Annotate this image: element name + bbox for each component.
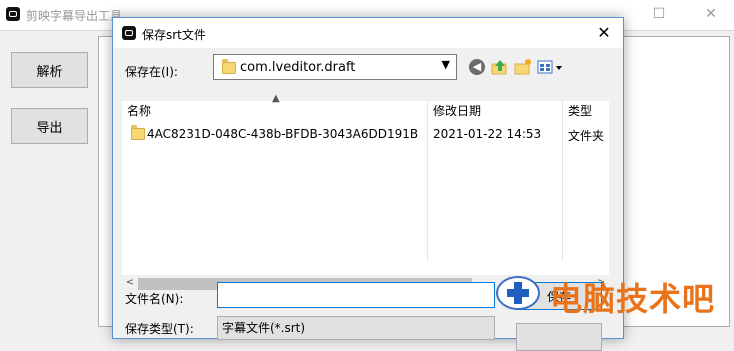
view-menu-icon[interactable]	[537, 58, 565, 76]
chevron-down-icon: ▼	[441, 58, 450, 71]
save-in-value: com.lveditor.draft	[240, 60, 356, 75]
export-button[interactable]: 导出	[11, 108, 88, 144]
folder-icon	[131, 125, 145, 140]
filename-input[interactable]	[217, 282, 495, 308]
file-name: 4AC8231D-048C-438b-BFDB-3043A6DD191B	[147, 127, 419, 141]
cancel-button[interactable]	[516, 323, 602, 351]
file-modified: 2021-01-22 14:53	[433, 127, 542, 141]
app-icon	[122, 26, 136, 40]
save-in-label: 保存在(I):	[125, 65, 178, 79]
folder-icon	[222, 59, 236, 74]
column-name[interactable]: 名称	[124, 101, 151, 121]
app-icon	[6, 7, 20, 21]
maximize-icon[interactable]: ☐	[644, 4, 674, 24]
watermark: 电脑技术吧	[490, 272, 734, 318]
back-icon[interactable]: ◀	[468, 58, 486, 76]
up-folder-icon[interactable]	[491, 58, 509, 76]
close-icon[interactable]: ✕	[696, 4, 726, 24]
filename-label: 文件名(N):	[125, 292, 184, 306]
file-type: 文件夹	[568, 129, 605, 143]
parse-button[interactable]: 解析	[11, 52, 88, 88]
medical-cross-icon	[507, 282, 529, 304]
new-folder-icon[interactable]	[514, 58, 532, 76]
dialog-title-bar: 保存srt文件 ✕	[113, 18, 623, 48]
dialog-close-icon[interactable]: ✕	[591, 21, 617, 45]
column-modified[interactable]: 修改日期	[430, 101, 481, 121]
file-list[interactable]: ▲ 名称 修改日期 类型 4AC8231D-048C-438b-BFDB-304…	[122, 93, 609, 275]
list-item[interactable]: 4AC8231D-048C-438b-BFDB-3043A6DD191B 202…	[122, 123, 609, 145]
scroll-left-icon[interactable]: <	[122, 275, 138, 291]
filetype-select[interactable]: 字幕文件(*.srt)	[217, 316, 495, 340]
dialog-title: 保存srt文件	[142, 28, 206, 42]
save-in-dropdown[interactable]: com.lveditor.draft ▼	[213, 54, 457, 80]
main-window-title: 剪映字幕导出工具	[26, 9, 123, 23]
column-type[interactable]: 类型	[565, 101, 592, 121]
filetype-label: 保存类型(T):	[125, 322, 194, 336]
sort-ascending-icon: ▲	[272, 93, 280, 104]
watermark-text: 电脑技术吧	[550, 280, 716, 318]
